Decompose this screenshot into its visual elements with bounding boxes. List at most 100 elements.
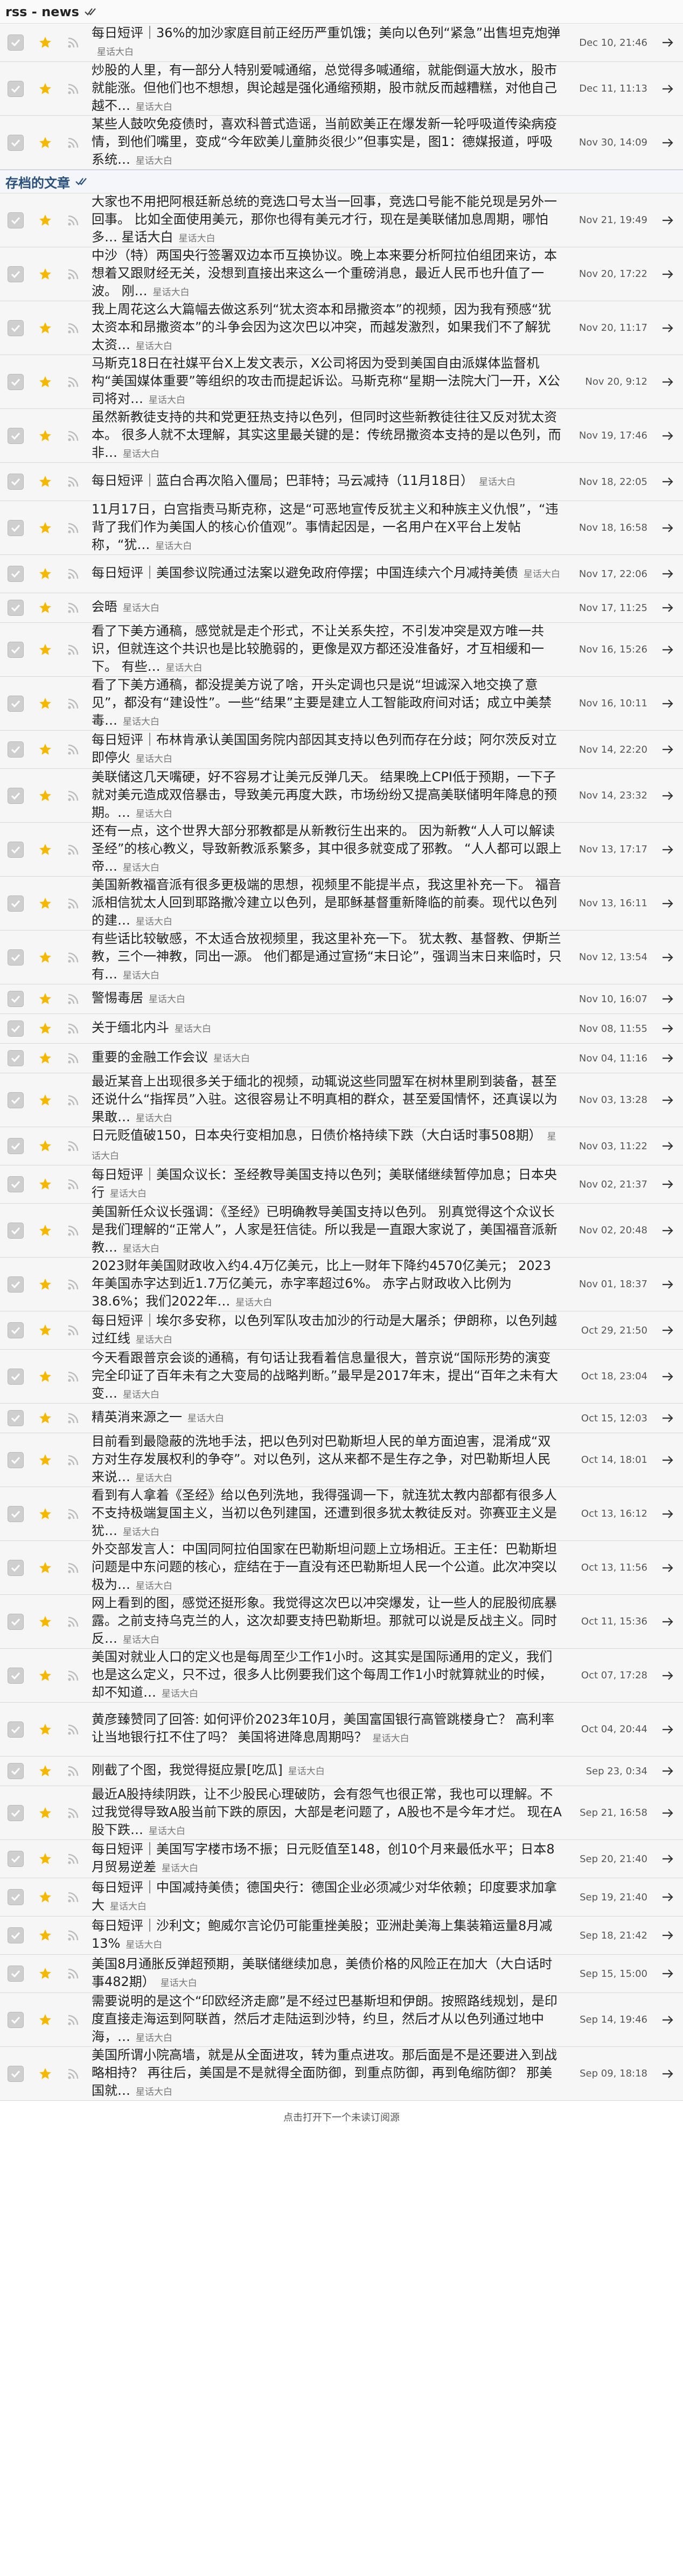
article-row[interactable]: 美国所谓小院高墙，就是从全面进攻，转为重点进攻。那后面是不是还要进入到战略相持？… bbox=[0, 2047, 683, 2101]
star-icon[interactable] bbox=[31, 601, 59, 615]
article-title[interactable]: 精英消来源之一 星话大白 bbox=[87, 1408, 568, 1428]
select-checkbox[interactable] bbox=[0, 841, 31, 858]
open-arrow-icon[interactable] bbox=[653, 1053, 683, 1063]
select-checkbox[interactable] bbox=[0, 1559, 31, 1576]
star-icon[interactable] bbox=[31, 2013, 59, 2027]
article-row[interactable]: 外交部发言人：中国同阿拉伯国家在巴勒斯坦问题上立场相近。王主任：巴勒斯坦问题是中… bbox=[0, 1541, 683, 1595]
star-icon[interactable] bbox=[31, 1890, 59, 1904]
article-title[interactable]: 美国新任众议长强调：《圣经》已明确教导美国支持以色列。 别真觉得这个众议长是我们… bbox=[87, 1203, 568, 1258]
article-row[interactable]: 每日短评｜蓝白合再次陷入僵局；巴菲特；马云减持（11月18日） 星话大白 Nov … bbox=[0, 463, 683, 501]
rss-icon[interactable] bbox=[59, 476, 87, 488]
double-check-icon[interactable] bbox=[85, 7, 99, 17]
article-row[interactable]: 美国8月通胀反弹超预期，美联储继续加息，美债价格的风险正在加大（大白话时事482… bbox=[0, 1955, 683, 1993]
article-row[interactable]: 11月17日，白宫指责马斯克称，这是“可恶地宣传反犹主义和种族主义仇恨”，“违背… bbox=[0, 501, 683, 555]
article-row[interactable]: 每日短评｜埃尔多安称，以色列军队攻击加沙的行动是大屠杀；伊朗称，以色列越过红线星… bbox=[0, 1311, 683, 1350]
article-title[interactable]: 每日短评｜埃尔多安称，以色列军队攻击加沙的行动是大屠杀；伊朗称，以色列越过红线星… bbox=[87, 1312, 568, 1349]
select-checkbox[interactable] bbox=[0, 80, 31, 97]
star-icon[interactable] bbox=[31, 843, 59, 857]
rss-icon[interactable] bbox=[59, 1670, 87, 1682]
article-title[interactable]: 每日短评｜蓝白合再次陷入僵局；巴菲特；马云减持（11月18日） 星话大白 bbox=[87, 472, 568, 491]
select-checkbox[interactable] bbox=[0, 741, 31, 758]
rss-icon[interactable] bbox=[59, 1324, 87, 1336]
rss-icon[interactable] bbox=[59, 1562, 87, 1574]
select-checkbox[interactable] bbox=[0, 266, 31, 282]
open-arrow-icon[interactable] bbox=[653, 1509, 683, 1519]
article-row[interactable]: 警惕毒居 星话大白 Nov 10, 16:07 bbox=[0, 984, 683, 1014]
rss-icon[interactable] bbox=[59, 698, 87, 710]
open-arrow-icon[interactable] bbox=[653, 1931, 683, 1940]
article-title[interactable]: 每日短评｜美国众议长：圣经教导美国支持以色列；美联储继续暂停加息；日本央行 星话大… bbox=[87, 1166, 568, 1203]
article-title[interactable]: 今天看跟普京会谈的通稿，有句话让我看着信息量很大，普京说“国际形势的演变完全印证… bbox=[87, 1349, 568, 1404]
select-checkbox[interactable] bbox=[0, 1851, 31, 1867]
select-checkbox[interactable] bbox=[0, 1889, 31, 1905]
article-row[interactable]: 美国新任众议长强调：《圣经》已明确教导美国支持以色列。 别真觉得这个众议长是我们… bbox=[0, 1204, 683, 1258]
article-row[interactable]: 每日短评｜布林肯承认美国国务院内部因其支持以色列而存在分歧；阿尔茨反对立即停火星… bbox=[0, 731, 683, 769]
rss-icon[interactable] bbox=[59, 83, 87, 95]
select-checkbox[interactable] bbox=[0, 34, 31, 51]
open-arrow-icon[interactable] bbox=[653, 1808, 683, 1818]
rss-icon[interactable] bbox=[59, 1807, 87, 1819]
star-icon[interactable] bbox=[31, 1453, 59, 1467]
rss-icon[interactable] bbox=[59, 522, 87, 534]
select-checkbox[interactable] bbox=[0, 1927, 31, 1943]
rss-icon[interactable] bbox=[59, 322, 87, 334]
article-title[interactable]: 重要的金融工作会议 星话大白 bbox=[87, 1049, 568, 1068]
rss-icon[interactable] bbox=[59, 430, 87, 442]
article-title[interactable]: 大家也不用把阿根廷新总统的竞选口号太当一回事，竞选口号能不能兑现是另外一回事。 … bbox=[87, 193, 568, 248]
star-icon[interactable] bbox=[31, 1370, 59, 1384]
select-checkbox[interactable] bbox=[0, 1368, 31, 1385]
rss-icon[interactable] bbox=[59, 1616, 87, 1628]
article-title[interactable]: 外交部发言人：中国同阿拉伯国家在巴勒斯坦问题上立场相近。王主任：巴勒斯坦问题是中… bbox=[87, 1540, 568, 1595]
rss-icon[interactable] bbox=[59, 1724, 87, 1735]
rss-icon[interactable] bbox=[59, 644, 87, 656]
article-title[interactable]: 看了下美方通稿，都没提美方说了啥，开头定调也只是说“坦诚深入地交换了意见”，都没… bbox=[87, 676, 568, 731]
open-arrow-icon[interactable] bbox=[653, 216, 683, 225]
select-checkbox[interactable] bbox=[0, 2011, 31, 2028]
article-title[interactable]: 美国所谓小院高墙，就是从全面进攻，转为重点进攻。那后面是不是还要进入到战略相持？… bbox=[87, 2046, 568, 2101]
star-icon[interactable] bbox=[31, 1852, 59, 1866]
article-row[interactable]: 虽然新教徒支持的共和党更狂热支持以色列，但同时这些新教徒往往又反对犹太资本。 很… bbox=[0, 409, 683, 463]
open-arrow-icon[interactable] bbox=[653, 1372, 683, 1381]
rss-icon[interactable] bbox=[59, 1929, 87, 1941]
article-title[interactable]: 会晤 星话大白 bbox=[87, 598, 568, 617]
article-row[interactable]: 2023财年美国财政收入约4.4万亿美元，比上一财年下降约4570亿美元； 20… bbox=[0, 1258, 683, 1311]
select-checkbox[interactable] bbox=[0, 320, 31, 336]
article-row[interactable]: 会晤 星话大白 Nov 17, 11:25 bbox=[0, 593, 683, 623]
select-checkbox[interactable] bbox=[0, 1667, 31, 1684]
article-title[interactable]: 看了下美方通稿，感觉就是走个形式，不让关系失控，不引发冲突是双方唯一共识，但就连… bbox=[87, 622, 568, 677]
open-arrow-icon[interactable] bbox=[653, 2015, 683, 2025]
article-title[interactable]: 目前看到最隐蔽的洗地手法，把以色列对巴勒斯坦人民的单方面迫害，混淆成“双方对生存… bbox=[87, 1433, 568, 1488]
rss-icon[interactable] bbox=[59, 1765, 87, 1777]
article-row[interactable]: 黄彦臻赞同了回答: 如何评价2023年10月，美国富国银行高管跳楼身亡？ 高利率… bbox=[0, 1703, 683, 1756]
star-icon[interactable] bbox=[31, 1561, 59, 1575]
open-arrow-icon[interactable] bbox=[653, 1141, 683, 1151]
article-row[interactable]: 关于缅北内斗 星话大白 Nov 08, 11:55 bbox=[0, 1014, 683, 1044]
star-icon[interactable] bbox=[31, 950, 59, 964]
select-checkbox[interactable] bbox=[0, 1176, 31, 1192]
open-arrow-icon[interactable] bbox=[653, 1563, 683, 1573]
open-arrow-icon[interactable] bbox=[653, 1725, 683, 1734]
open-arrow-icon[interactable] bbox=[653, 1671, 683, 1681]
open-arrow-icon[interactable] bbox=[653, 1413, 683, 1423]
select-checkbox[interactable] bbox=[0, 600, 31, 616]
select-checkbox[interactable] bbox=[0, 895, 31, 912]
open-arrow-icon[interactable] bbox=[653, 38, 683, 47]
article-title[interactable]: 每日短评｜沙利文；鲍威尔言论仍可能重挫美股；亚洲赴美海上集装箱运量8月减13% 星… bbox=[87, 1917, 568, 1954]
select-checkbox[interactable] bbox=[0, 519, 31, 536]
star-icon[interactable] bbox=[31, 1224, 59, 1238]
select-checkbox[interactable] bbox=[0, 1050, 31, 1066]
double-check-icon[interactable] bbox=[75, 177, 89, 186]
open-arrow-icon[interactable] bbox=[653, 377, 683, 387]
article-title[interactable]: 虽然新教徒支持的共和党更狂热支持以色列，但同时这些新教徒往往又反对犹太资本。 很… bbox=[87, 408, 568, 463]
feed-section-header[interactable]: rss - news bbox=[0, 0, 683, 24]
article-row[interactable]: 每日短评｜美国众议长：圣经教导美国支持以色列；美联储继续暂停加息；日本央行 星话大… bbox=[0, 1165, 683, 1204]
select-checkbox[interactable] bbox=[0, 1410, 31, 1426]
star-icon[interactable] bbox=[31, 789, 59, 803]
select-checkbox[interactable] bbox=[0, 1452, 31, 1468]
star-icon[interactable] bbox=[31, 567, 59, 581]
open-arrow-icon[interactable] bbox=[653, 431, 683, 441]
star-icon[interactable] bbox=[31, 321, 59, 335]
rss-icon[interactable] bbox=[59, 993, 87, 1005]
star-icon[interactable] bbox=[31, 36, 59, 50]
rss-icon[interactable] bbox=[59, 2068, 87, 2080]
